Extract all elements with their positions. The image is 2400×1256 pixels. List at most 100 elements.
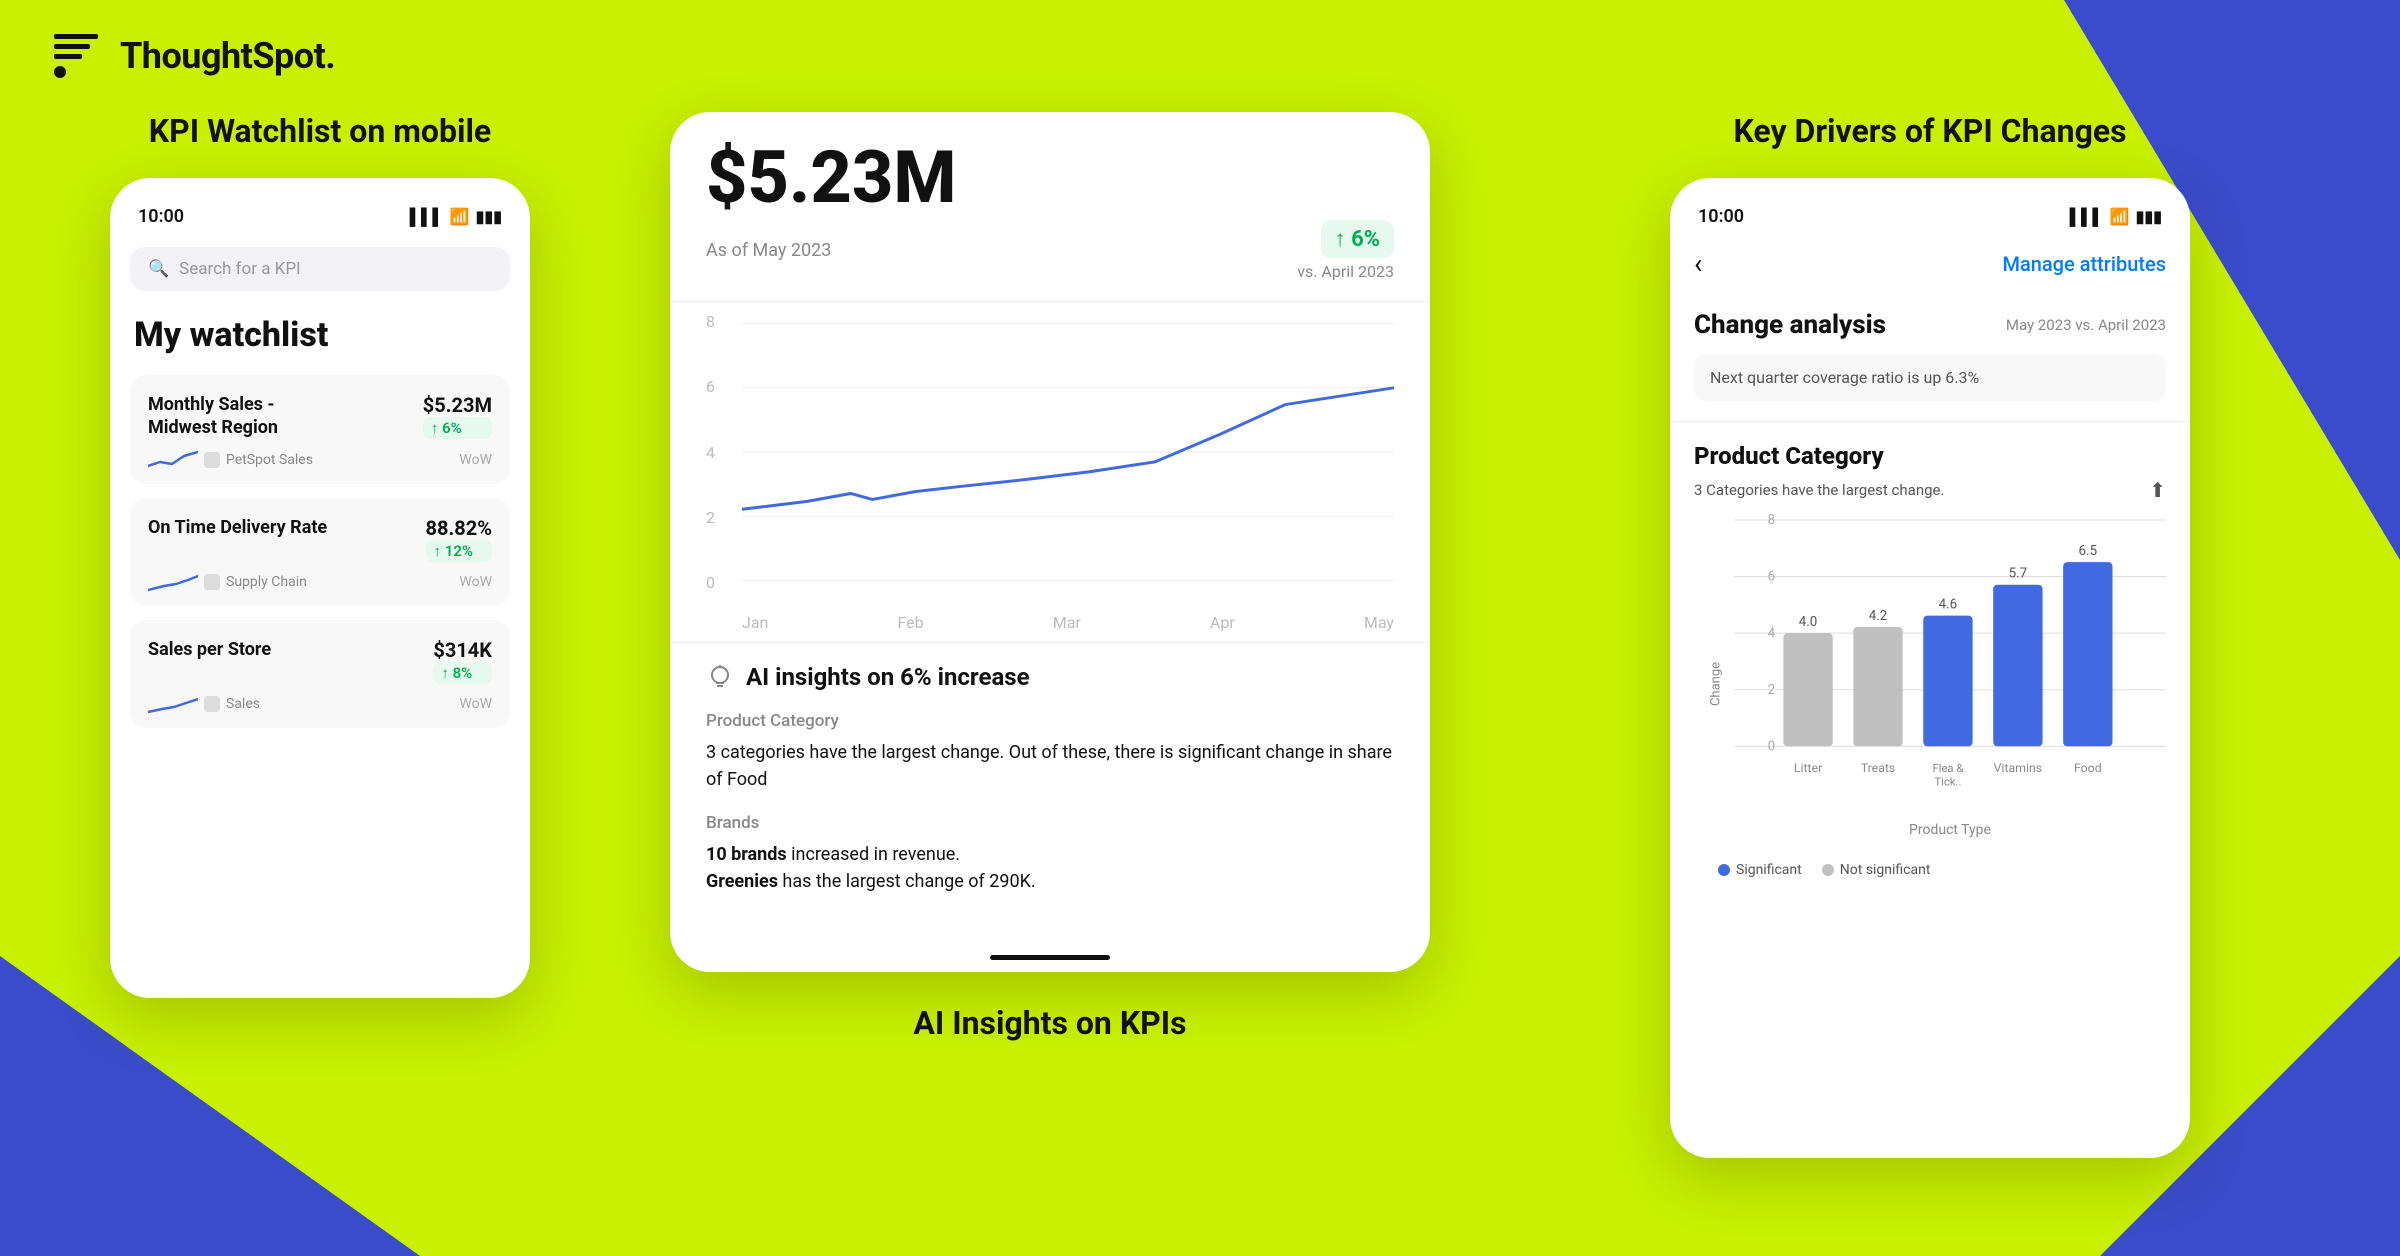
search-bar[interactable]: 🔍 Search for a KPI <box>130 247 510 291</box>
bar-litter <box>1783 633 1832 746</box>
ai-insights-section: AI insights on 6% increase Product Categ… <box>670 642 1430 935</box>
kpi-change-badge-1: ↑ 6% <box>423 417 492 439</box>
wifi-icon: 📶 <box>450 207 470 226</box>
kpi-value-monthly-sales: $5.23M <box>423 393 492 417</box>
status-icons: ▌▌▌ 📶 ▮▮▮ <box>410 207 502 227</box>
svg-text:5.7: 5.7 <box>2009 567 2028 582</box>
insight-group-product-category: Product Category 3 categories have the l… <box>706 711 1394 793</box>
svg-text:6: 6 <box>1768 570 1776 585</box>
kpi-change-delivery: ↑ 12% <box>434 542 473 560</box>
bar-chart-y-label: Change <box>1709 662 1724 706</box>
sparkline-1 <box>148 448 198 472</box>
brand-name: ThoughtSpot. <box>120 35 335 77</box>
right-status-icons: ▌▌▌ 📶 ▮▮▮ <box>2070 207 2162 227</box>
logo: ThoughtSpot. <box>48 28 335 84</box>
kpi-card-sales-per-store[interactable]: Sales per Store $314K ↑ 8% <box>130 620 510 728</box>
chart-x-labels: Jan Feb Mar Apr May <box>742 613 1394 632</box>
right-panel-title: Key Drivers of KPI Changes <box>1733 112 2126 150</box>
bar-chart-x-label: Product Type <box>1734 822 2166 838</box>
legend-label-significant: Significant <box>1736 862 1802 878</box>
source-icon-3 <box>204 696 220 712</box>
battery-icon: ▮▮▮ <box>476 207 502 226</box>
x-label-may: May <box>1364 613 1394 632</box>
y-label-0: 0 <box>706 573 715 592</box>
bar-treats <box>1853 627 1902 746</box>
bottom-home-indicator <box>990 955 1110 960</box>
kpi-value-block-1: $5.23M ↑ 6% <box>423 393 492 439</box>
line-chart-area: 8 6 4 2 0 <box>670 302 1430 642</box>
svg-text:Tick..: Tick.. <box>1934 775 1961 788</box>
large-kpi-meta: As of May 2023 ↑ 6% vs. April 2023 <box>706 220 1394 281</box>
sparkline-3 <box>148 692 198 716</box>
kpi-change-sales-store: ↑ 8% <box>441 664 472 682</box>
legend-item-significant: Significant <box>1718 862 1802 878</box>
large-kpi-date: As of May 2023 <box>706 240 831 261</box>
thoughtspot-logo-icon <box>48 28 104 84</box>
legend-dot-not-significant <box>1822 864 1834 876</box>
share-icon[interactable]: ⬆ <box>2149 478 2166 502</box>
product-category-title: Product Category <box>1694 442 2166 470</box>
svg-text:0: 0 <box>1768 739 1776 754</box>
y-label-8: 8 <box>706 312 715 331</box>
product-category-subtitle-text: 3 Categories have the largest change. <box>1694 481 1944 499</box>
kpi-period-1: WoW <box>459 452 492 468</box>
kpi-source-2: Supply Chain <box>204 574 307 590</box>
y-label-6: 6 <box>706 377 715 396</box>
kpi-value-block-3: $314K ↑ 8% <box>433 638 492 684</box>
kpi-name-delivery: On Time Delivery Rate <box>148 516 327 539</box>
kpi-value-delivery: 88.82% <box>426 516 492 540</box>
chart-y-labels: 8 6 4 2 0 <box>706 312 715 592</box>
kpi-source-1: PetSpot Sales <box>204 452 313 468</box>
back-button[interactable]: ‹ <box>1694 247 1702 280</box>
ai-insights-title: AI insights on 6% increase <box>746 663 1030 691</box>
svg-text:4.0: 4.0 <box>1799 615 1818 630</box>
y-label-4: 4 <box>706 443 715 462</box>
kpi-card-delivery-rate[interactable]: On Time Delivery Rate 88.82% ↑ 12% <box>130 498 510 606</box>
right-signal-icon: ▌▌▌ <box>2070 207 2104 227</box>
search-placeholder: Search for a KPI <box>179 259 301 279</box>
bar-vitamins <box>1993 585 2042 746</box>
kpi-card-monthly-sales[interactable]: Monthly Sales -Midwest Region $5.23M ↑ 6… <box>130 375 510 484</box>
large-kpi-vs: vs. April 2023 <box>1297 262 1394 281</box>
manage-attributes-button[interactable]: Manage attributes <box>2002 252 2166 276</box>
x-label-jan: Jan <box>742 613 768 632</box>
change-analysis-section: Change analysis May 2023 vs. April 2023 … <box>1670 300 2190 422</box>
kpi-source-3: Sales <box>204 696 260 712</box>
right-phone-time: 10:00 <box>1698 206 1744 227</box>
large-kpi-change-badge: ↑ 6% <box>1321 220 1394 258</box>
insight-category-label-1: Product Category <box>706 711 1394 731</box>
change-analysis-header: Change analysis May 2023 vs. April 2023 <box>1694 310 2166 340</box>
center-panel-title: AI Insights on KPIs <box>913 1004 1186 1042</box>
product-category-section: Product Category 3 Categories have the l… <box>1670 432 2190 896</box>
kpi-name-sales-store: Sales per Store <box>148 638 271 661</box>
x-label-apr: Apr <box>1210 613 1235 632</box>
svg-text:4.2: 4.2 <box>1869 609 1888 624</box>
right-wifi-icon: 📶 <box>2110 207 2130 226</box>
x-label-mar: Mar <box>1053 613 1081 632</box>
svg-text:2: 2 <box>1768 683 1776 698</box>
svg-text:Litter: Litter <box>1794 762 1822 776</box>
svg-text:Food: Food <box>2074 762 2102 776</box>
svg-text:6.5: 6.5 <box>2079 544 2098 559</box>
bar-chart-svg: 0 2 4 6 8 4.0 Litter <box>1734 514 2166 814</box>
kpi-change-badge-3: ↑ 8% <box>433 662 492 684</box>
svg-text:4.6: 4.6 <box>1939 597 1958 612</box>
source-icon-2 <box>204 574 220 590</box>
large-kpi-value: $5.23M <box>706 142 1394 214</box>
insight-text-1: 3 categories have the largest change. Ou… <box>706 739 1394 793</box>
kpi-change-monthly-sales: ↑ 6% <box>431 419 462 437</box>
svg-text:Flea &: Flea & <box>1932 762 1963 775</box>
legend-item-not-significant: Not significant <box>1822 862 1931 878</box>
phone-body: 🔍 Search for a KPI My watchlist Monthly … <box>110 235 530 762</box>
search-icon: 🔍 <box>148 259 169 279</box>
change-analysis-title: Change analysis <box>1694 310 1886 340</box>
insight-category-label-2: Brands <box>706 813 1394 833</box>
chart-svg-container <box>742 312 1394 592</box>
large-kpi-change: ↑ 6% <box>1335 226 1380 252</box>
kpi-name-monthly-sales: Monthly Sales -Midwest Region <box>148 393 278 440</box>
kpi-change-badge-2: ↑ 12% <box>426 540 492 562</box>
line-chart-svg <box>742 312 1394 592</box>
legend-label-not-significant: Not significant <box>1840 862 1931 878</box>
change-analysis-note: Next quarter coverage ratio is up 6.3% <box>1694 354 2166 401</box>
phone-status-bar: 10:00 ▌▌▌ 📶 ▮▮▮ <box>110 198 530 235</box>
